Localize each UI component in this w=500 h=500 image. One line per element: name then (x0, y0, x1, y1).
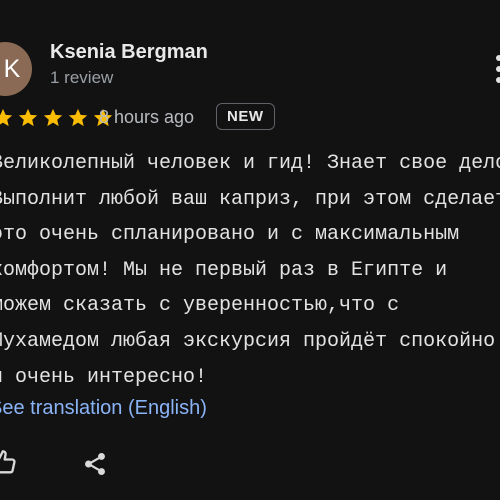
star-icon (43, 108, 63, 127)
share-icon[interactable] (82, 450, 108, 478)
more-vert-icon[interactable] (492, 52, 500, 86)
star-icon (18, 108, 38, 127)
author-name[interactable]: Ksenia Bergman (50, 41, 208, 64)
star-rating (0, 107, 114, 129)
author-review-count: 1 review (50, 68, 114, 87)
avatar-initial: K (3, 54, 21, 83)
thumb-up-icon[interactable] (0, 448, 18, 478)
review-text: Великолепный человек и гид! Знает свое д… (0, 152, 500, 389)
avatar[interactable]: K (0, 42, 32, 96)
star-icon (0, 108, 13, 127)
see-translation-link[interactable]: See translation (English) (0, 397, 207, 420)
star-icon (68, 108, 88, 127)
review-timestamp: 8 hours ago (99, 107, 195, 127)
new-badge: NEW (216, 103, 275, 130)
